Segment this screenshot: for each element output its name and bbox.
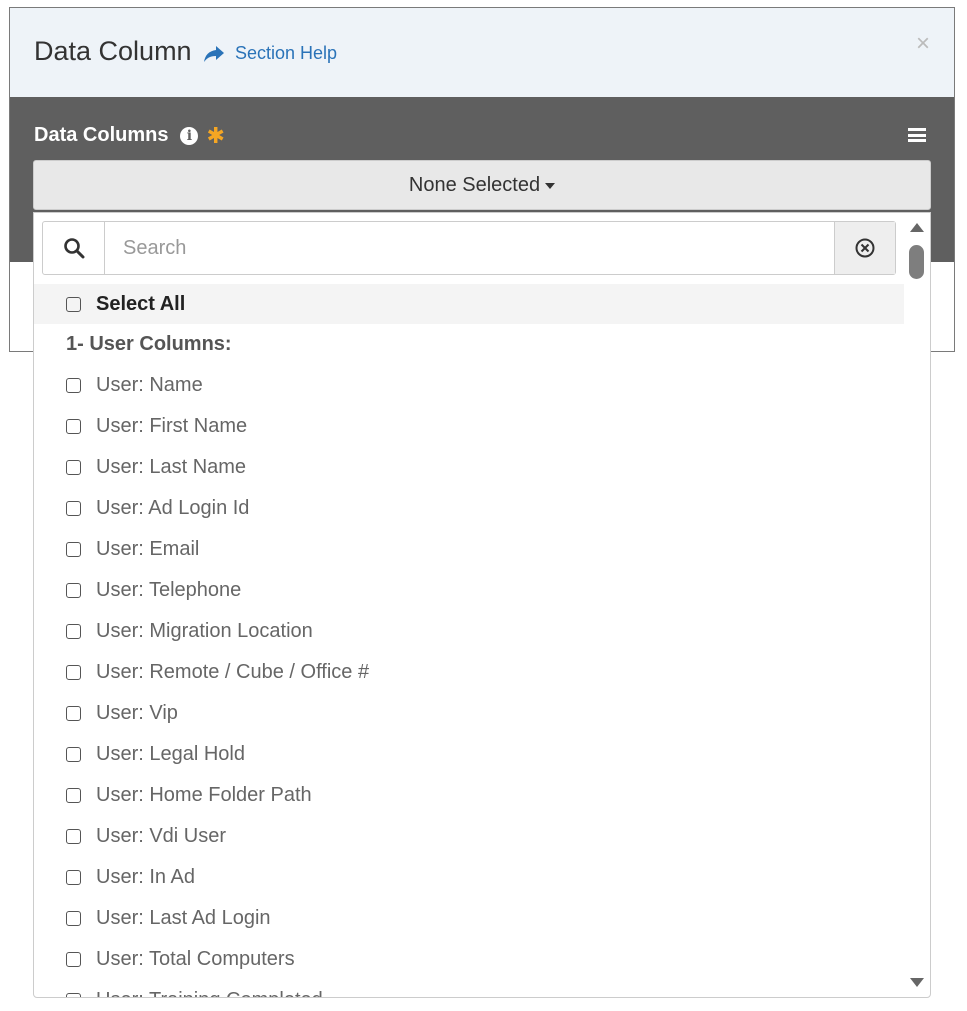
- modal-title: Data Column: [34, 36, 192, 66]
- option-checkbox[interactable]: [66, 624, 81, 639]
- list-item[interactable]: User: Vip: [34, 693, 904, 734]
- option-label: User: Total Computers: [96, 948, 295, 970]
- info-icon[interactable]: i: [180, 126, 199, 145]
- list-item[interactable]: User: In Ad: [34, 857, 904, 898]
- share-arrow-icon: [204, 45, 224, 62]
- panel-title: Data Columns: [34, 124, 169, 146]
- section-help-label: Section Help: [235, 43, 338, 63]
- list-item[interactable]: User: Last Name: [34, 447, 904, 488]
- option-label: User: Last Name: [96, 456, 247, 478]
- option-label: User: Remote / Cube / Office #: [96, 661, 370, 683]
- option-items: User: Name User: First Name User: Last Nam…: [34, 365, 904, 997]
- option-label: User: Training Completed: [96, 989, 323, 997]
- list-item[interactable]: User: Remote / Cube / Office #: [34, 652, 904, 693]
- option-checkbox[interactable]: [66, 419, 81, 434]
- list-item[interactable]: User: Home Folder Path: [34, 775, 904, 816]
- panel-title-row: Data Columns i ✱: [34, 124, 225, 147]
- option-label: User: Legal Hold: [96, 743, 245, 765]
- select-all-checkbox[interactable]: [66, 296, 81, 312]
- data-columns-multiselect-button[interactable]: None Selected: [33, 160, 931, 210]
- option-label: User: Vdi User: [96, 825, 227, 847]
- option-label: User: Telephone: [96, 579, 242, 601]
- option-checkbox[interactable]: [66, 378, 81, 393]
- option-label: User: In Ad: [96, 866, 195, 888]
- option-checkbox[interactable]: [66, 583, 81, 598]
- option-checkbox[interactable]: [66, 460, 81, 475]
- option-label: User: Migration Location: [96, 620, 313, 642]
- clear-search-button[interactable]: [834, 222, 895, 274]
- search-icon: [43, 222, 105, 274]
- scrollbar-thumb[interactable]: [909, 245, 924, 279]
- list-item[interactable]: User: Last Ad Login: [34, 898, 904, 939]
- list-item[interactable]: User: Email: [34, 529, 904, 570]
- option-checkbox[interactable]: [66, 706, 81, 721]
- multiselect-value: None Selected: [408, 174, 541, 196]
- group-label: 1- User Columns:: [66, 333, 232, 355]
- select-all-label: Select All: [96, 292, 186, 315]
- option-checkbox[interactable]: [66, 501, 81, 516]
- scrollbar[interactable]: [904, 213, 930, 997]
- list-item[interactable]: User: Legal Hold: [34, 734, 904, 775]
- list-item[interactable]: User: Telephone: [34, 570, 904, 611]
- multiselect-dropdown: Select All 1- User Columns: User: NameUs…: [33, 212, 931, 998]
- list-item[interactable]: User: Vdi User: [34, 816, 904, 857]
- list-item[interactable]: User: Migration Location: [34, 611, 904, 652]
- option-label: User: Name: [96, 374, 203, 396]
- clear-circle-icon: [855, 238, 875, 258]
- list-item[interactable]: User: First Name: [34, 406, 904, 447]
- option-checkbox[interactable]: [66, 788, 81, 803]
- modal-header: Data Column Section Help ×: [10, 8, 954, 98]
- scroll-down-arrow-icon[interactable]: [910, 978, 924, 987]
- scroll-up-arrow-icon[interactable]: [910, 223, 924, 232]
- option-label: User: Last Ad Login: [96, 907, 271, 929]
- caret-down-icon: [545, 182, 556, 189]
- list-item[interactable]: User: Ad Login Id: [34, 488, 904, 529]
- section-help-link[interactable]: Section Help: [203, 43, 337, 64]
- option-checkbox[interactable]: [66, 665, 81, 680]
- list-item[interactable]: User: Total Computers: [34, 939, 904, 980]
- option-checkbox[interactable]: [66, 829, 81, 844]
- option-checkbox[interactable]: [66, 870, 81, 885]
- list-item[interactable]: User: Name: [34, 365, 904, 406]
- option-checkbox[interactable]: [66, 911, 81, 926]
- close-button[interactable]: ×: [916, 30, 930, 58]
- option-checkbox[interactable]: [66, 993, 81, 997]
- option-label: User: Home Folder Path: [96, 784, 312, 806]
- hamburger-icon[interactable]: [908, 128, 926, 142]
- required-asterisk-icon: ✱: [206, 122, 225, 148]
- option-label: User: Vip: [96, 702, 178, 724]
- option-checkbox[interactable]: [66, 952, 81, 967]
- list-item[interactable]: User: Training Completed: [34, 980, 904, 997]
- option-label: User: Email: [96, 538, 200, 560]
- option-label: User: Ad Login Id: [96, 497, 250, 519]
- search-input[interactable]: [105, 222, 834, 274]
- select-all-option[interactable]: Select All: [34, 284, 904, 324]
- column-options-list: Select All 1- User Columns: User: Name Us…: [34, 284, 904, 997]
- option-label: User: First Name: [96, 415, 248, 437]
- option-checkbox[interactable]: [66, 747, 81, 762]
- search-group: [42, 221, 896, 275]
- option-checkbox[interactable]: [66, 542, 81, 557]
